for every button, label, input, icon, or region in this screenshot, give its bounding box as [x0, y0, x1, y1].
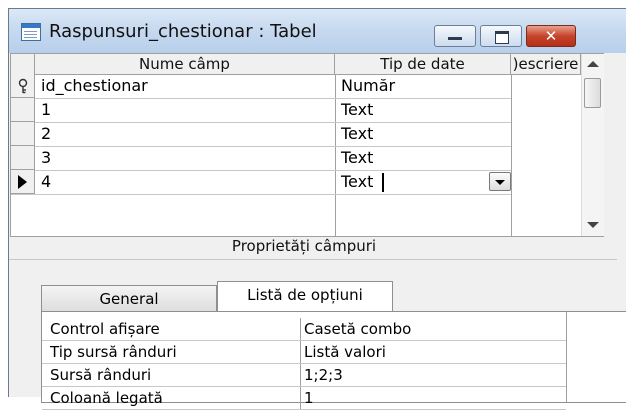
panel-divider [566, 312, 567, 402]
property-row[interactable]: Coloană legată 1 [42, 387, 566, 410]
field-name-cell[interactable]: 3 [41, 146, 333, 170]
field-name-cell[interactable]: 1 [41, 98, 333, 122]
row-selector[interactable] [11, 170, 35, 194]
scroll-up-icon[interactable] [587, 61, 599, 67]
property-label: Coloană legată [50, 389, 163, 407]
data-type-dropdown-button[interactable] [489, 172, 511, 191]
property-value[interactable]: Casetă combo [300, 318, 570, 340]
maximize-icon [495, 31, 509, 44]
data-type-cell[interactable]: Text [341, 98, 511, 122]
table-design-window: Raspunsuri_chestionar : Tabel ✕ Nume câm… [8, 8, 626, 410]
table-row-current[interactable]: 4 Text [11, 170, 511, 195]
field-grid: Nume câmp Tip de date )escriere id_chest… [10, 53, 604, 237]
row-selector[interactable] [11, 146, 35, 170]
field-name-cell[interactable]: id_chestionar [41, 74, 333, 98]
current-row-arrow-icon [18, 175, 27, 189]
data-type-cell[interactable]: Număr [341, 74, 511, 98]
grid-header: Nume câmp Tip de date )escriere [11, 54, 602, 75]
minimize-icon [448, 37, 462, 40]
column-divider [511, 74, 512, 236]
row-selector[interactable] [11, 98, 35, 122]
property-label: Control afișare [50, 320, 160, 338]
property-label: Sursă rânduri [50, 366, 152, 384]
divider [9, 259, 617, 260]
key-icon [18, 78, 28, 94]
tab-general[interactable]: General [41, 285, 217, 311]
minimize-button[interactable] [434, 25, 476, 47]
header-corner[interactable] [11, 54, 35, 74]
data-type-cell[interactable]: Text [341, 146, 511, 170]
header-field-name[interactable]: Nume câmp [35, 54, 335, 74]
table-icon [21, 23, 41, 41]
property-row[interactable]: Tip sursă rânduri Listă valori [42, 341, 566, 364]
row-selector[interactable] [11, 122, 35, 146]
property-value[interactable]: 1 [300, 387, 570, 409]
header-description[interactable]: )escriere [511, 54, 581, 74]
field-properties-title: Proprietăți câmpuri [231, 237, 377, 255]
close-icon: ✕ [544, 27, 558, 45]
vertical-scrollbar[interactable] [581, 54, 604, 236]
data-type-cell[interactable]: Text [341, 122, 511, 146]
table-row[interactable]: 3 Text [11, 146, 511, 171]
header-data-type[interactable]: Tip de date [335, 54, 511, 74]
property-value[interactable]: 1;2;3 [300, 364, 570, 386]
maximize-button[interactable] [480, 25, 522, 47]
property-value[interactable]: Listă valori [300, 341, 570, 363]
table-row[interactable]: 2 Text [11, 122, 511, 147]
window-title: Raspunsuri_chestionar : Tabel [49, 21, 317, 42]
field-name-cell[interactable]: 4 [41, 170, 333, 194]
text-caret [382, 173, 384, 192]
title-bar[interactable]: Raspunsuri_chestionar : Tabel ✕ [9, 9, 626, 53]
scroll-thumb[interactable] [584, 78, 601, 108]
field-name-cell[interactable]: 2 [41, 122, 333, 146]
data-type-cell[interactable]: Text [341, 170, 511, 194]
property-row[interactable]: Control afișare Casetă combo [42, 318, 566, 341]
table-row[interactable]: 1 Text [11, 98, 511, 123]
tab-lookup[interactable]: Listă de opțiuni [217, 281, 393, 312]
table-row[interactable]: id_chestionar Număr [11, 74, 511, 99]
property-label: Tip sursă rânduri [50, 343, 177, 361]
scroll-down-icon[interactable] [587, 222, 599, 228]
property-row[interactable]: Sursă rânduri 1;2;3 [42, 364, 566, 387]
close-button[interactable]: ✕ [526, 25, 576, 47]
row-selector[interactable] [11, 74, 35, 98]
properties-panel: Control afișare Casetă combo Tip sursă r… [41, 311, 626, 410]
